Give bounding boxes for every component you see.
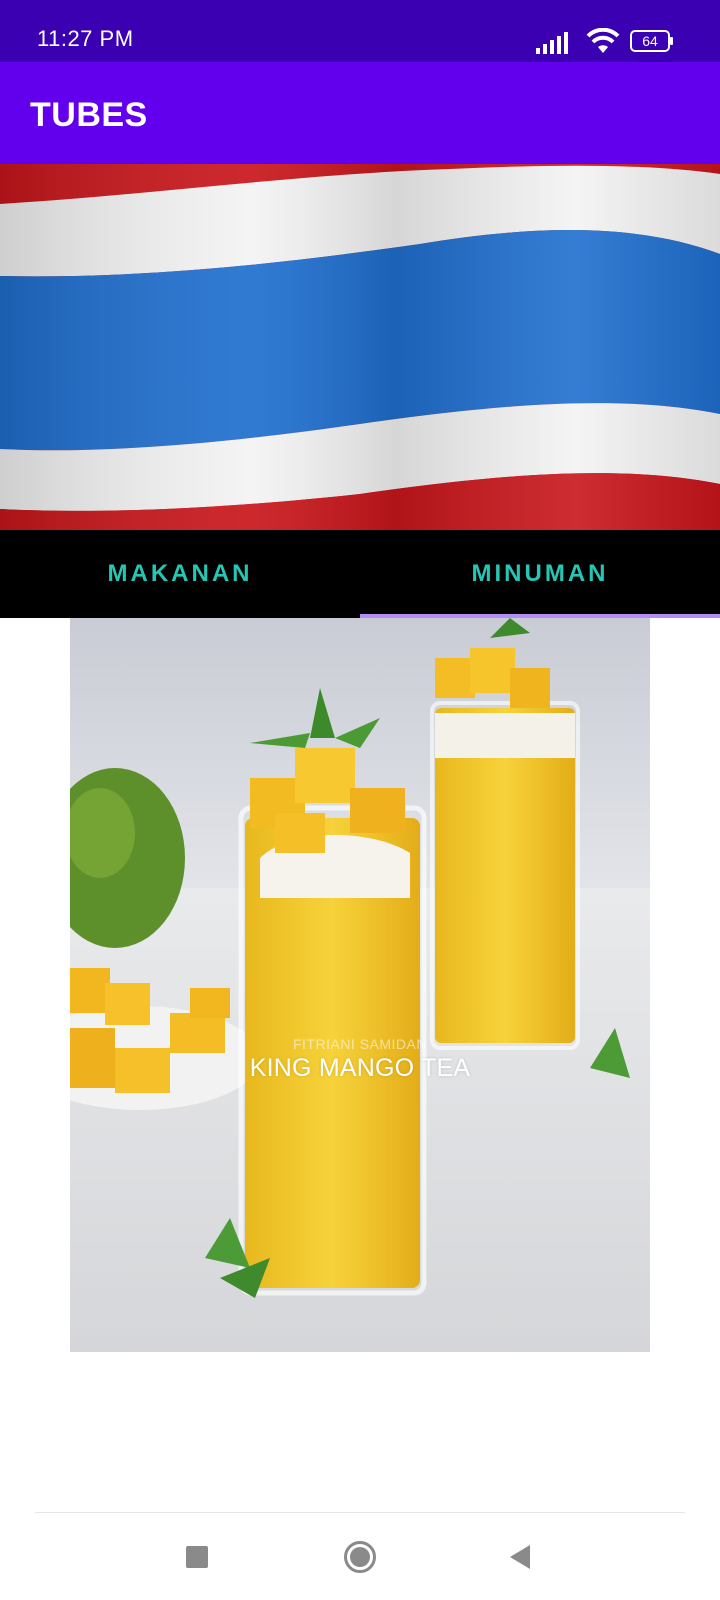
recent-apps-button[interactable] (167, 1535, 227, 1579)
navigation-bar (0, 1513, 720, 1600)
app-bar: TUBES (0, 62, 720, 164)
image-watermark: FITRIANI SAMIDAN (292, 1036, 427, 1052)
drink-card[interactable]: FITRIANI SAMIDAN KING MANGO TEA (70, 618, 650, 1352)
drink-caption: KING MANGO TEA (249, 1054, 471, 1082)
back-button[interactable] (490, 1535, 550, 1579)
signal-icon (536, 32, 568, 54)
back-icon (510, 1545, 530, 1569)
recent-apps-icon (186, 1546, 208, 1568)
app-title: TUBES (30, 96, 148, 134)
tab-makanan[interactable]: MAKANAN (0, 530, 360, 618)
tab-bar: MAKANAN MINUMAN (0, 530, 720, 618)
status-bar: 11:27 PM 64 (0, 0, 720, 62)
tab-label: MINUMAN (471, 560, 609, 587)
battery-level: 64 (642, 33, 658, 49)
mango-drink-image (70, 618, 650, 1352)
flag-banner (0, 164, 720, 530)
home-icon (344, 1541, 376, 1573)
status-time: 11:27 PM (37, 26, 134, 51)
thailand-flag-image (0, 164, 720, 530)
wifi-icon (586, 28, 620, 53)
home-button[interactable] (330, 1535, 390, 1579)
tab-label: MAKANAN (107, 560, 253, 587)
tab-minuman[interactable]: MINUMAN (360, 530, 720, 618)
